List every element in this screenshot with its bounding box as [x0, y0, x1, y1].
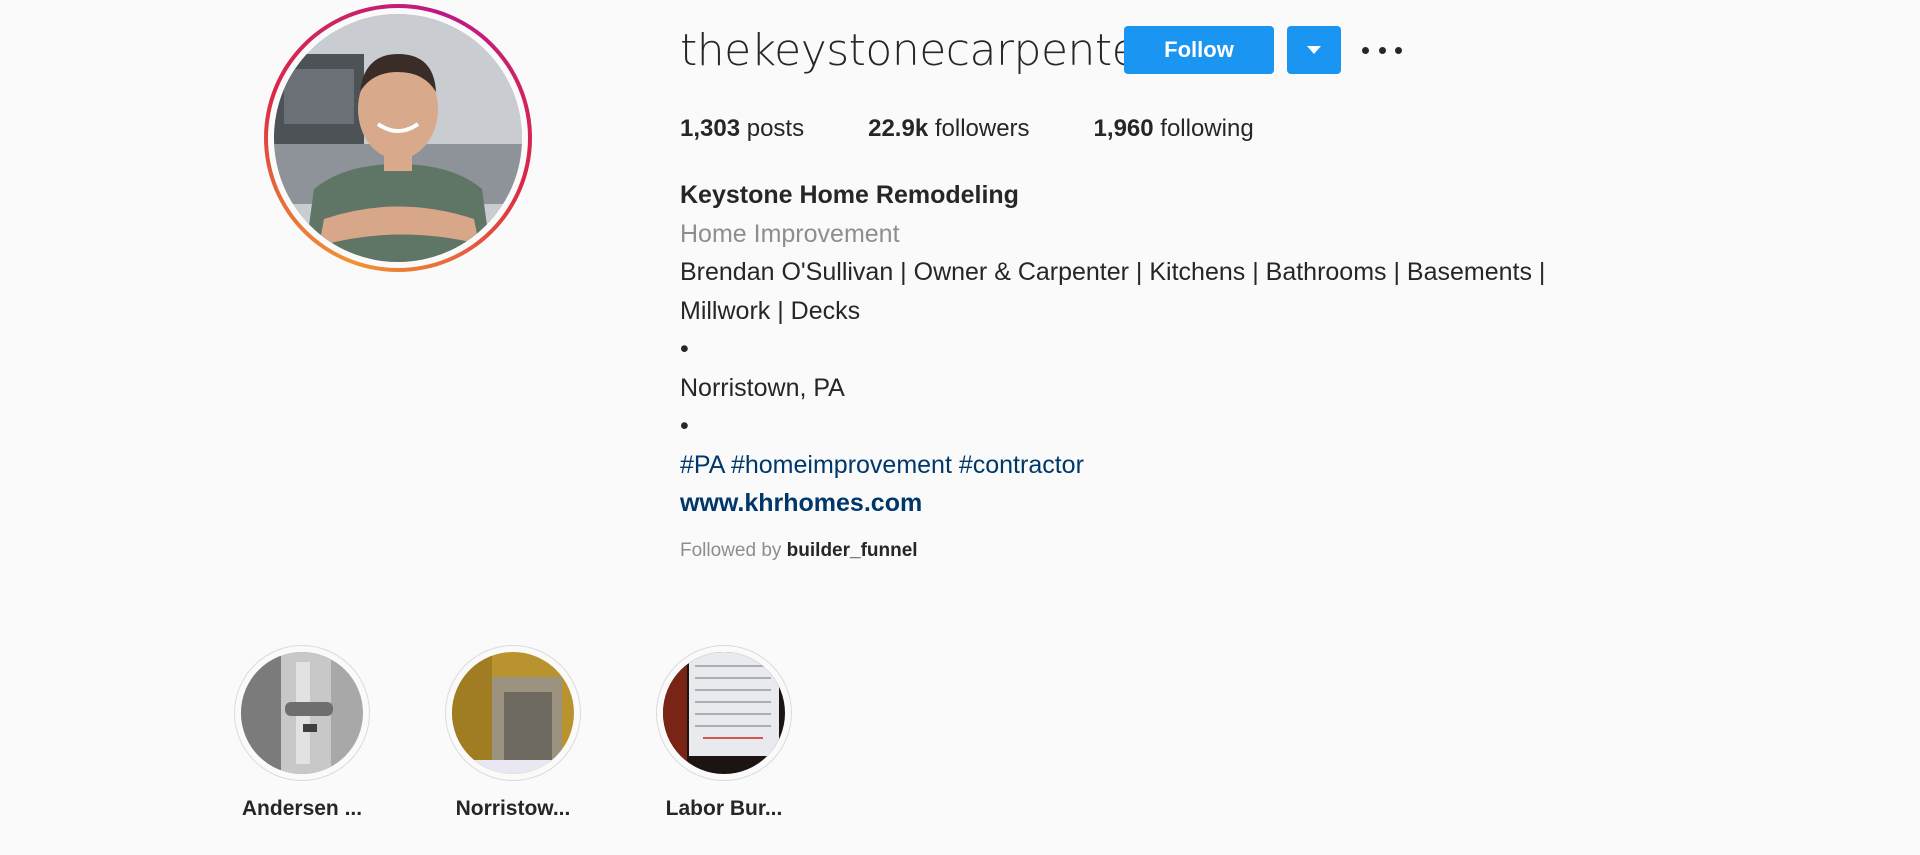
story-highlight[interactable]: Norristow...: [423, 645, 603, 821]
posts-stat: 1,303 posts: [680, 112, 804, 146]
suggested-accounts-dropdown-button[interactable]: [1287, 26, 1341, 74]
following-stat[interactable]: 1,960 following: [1094, 112, 1254, 146]
followers-count: 22.9k: [868, 115, 929, 142]
highlight-label: Labor Bur...: [665, 797, 783, 820]
highlight-cover-image: [241, 652, 363, 774]
followers-label: followers: [934, 115, 1030, 142]
bio-text-line: Brendan O'Sullivan | Owner & Carpenter |…: [680, 258, 1546, 286]
avatar-photo: [274, 14, 522, 262]
profile-category: Home Improvement: [680, 219, 900, 248]
highlight-cover-ring: [445, 645, 581, 781]
highlight-label: Norristow...: [455, 797, 571, 820]
followed-by-prefix: Followed by: [680, 540, 782, 561]
window-frame-photo: [452, 652, 574, 774]
profile-bio: Keystone Home Remodeling Home Improvemen…: [680, 176, 1580, 523]
following-label: following: [1160, 115, 1254, 142]
ellipsis-dot-icon: [1378, 46, 1386, 54]
followed-by: Followed by builder_funnel: [680, 540, 918, 562]
following-count: 1,960: [1093, 115, 1154, 142]
highlight-cover-ring: [656, 645, 792, 781]
follow-button[interactable]: Follow: [1124, 26, 1274, 74]
followed-by-user-link[interactable]: builder_funnel: [787, 540, 918, 561]
profile-avatar-ring[interactable]: [264, 4, 532, 272]
highlight-label: Andersen ...: [241, 797, 363, 820]
bio-bullet: •: [680, 412, 689, 440]
caret-down-icon: [1307, 46, 1321, 54]
profile-username: thekeystonecarpenter: [680, 25, 1156, 76]
posts-count: 1,303: [680, 115, 741, 142]
posts-label: posts: [746, 115, 805, 142]
bio-text-line: Millwork | Decks: [680, 296, 861, 325]
bio-location: Norristown, PA: [680, 373, 845, 402]
highlight-cover-image: [452, 652, 574, 774]
followers-stat[interactable]: 22.9k followers: [868, 112, 1029, 146]
bio-bullet: •: [680, 335, 689, 363]
profile-avatar[interactable]: [274, 14, 522, 262]
story-highlight[interactable]: Labor Bur...: [634, 645, 814, 821]
document-screen-photo: [663, 652, 785, 774]
bio-hashtags[interactable]: #PA #homeimprovement #contractor: [680, 446, 1580, 485]
story-highlight[interactable]: Andersen ...: [212, 645, 392, 821]
profile-stats: 1,303 posts 22.9k followers 1,960 follow…: [680, 112, 1318, 146]
highlight-cover-ring: [234, 645, 370, 781]
door-handle-photo: [241, 652, 363, 774]
ellipsis-dot-icon: [1395, 46, 1402, 54]
profile-full-name: Keystone Home Remodeling: [680, 181, 1019, 209]
more-options-button[interactable]: [1362, 34, 1402, 66]
highlight-cover-image: [663, 652, 785, 774]
ellipsis-dot-icon: [1362, 46, 1369, 54]
profile-website-link[interactable]: www.khrhomes.com: [680, 484, 1580, 523]
